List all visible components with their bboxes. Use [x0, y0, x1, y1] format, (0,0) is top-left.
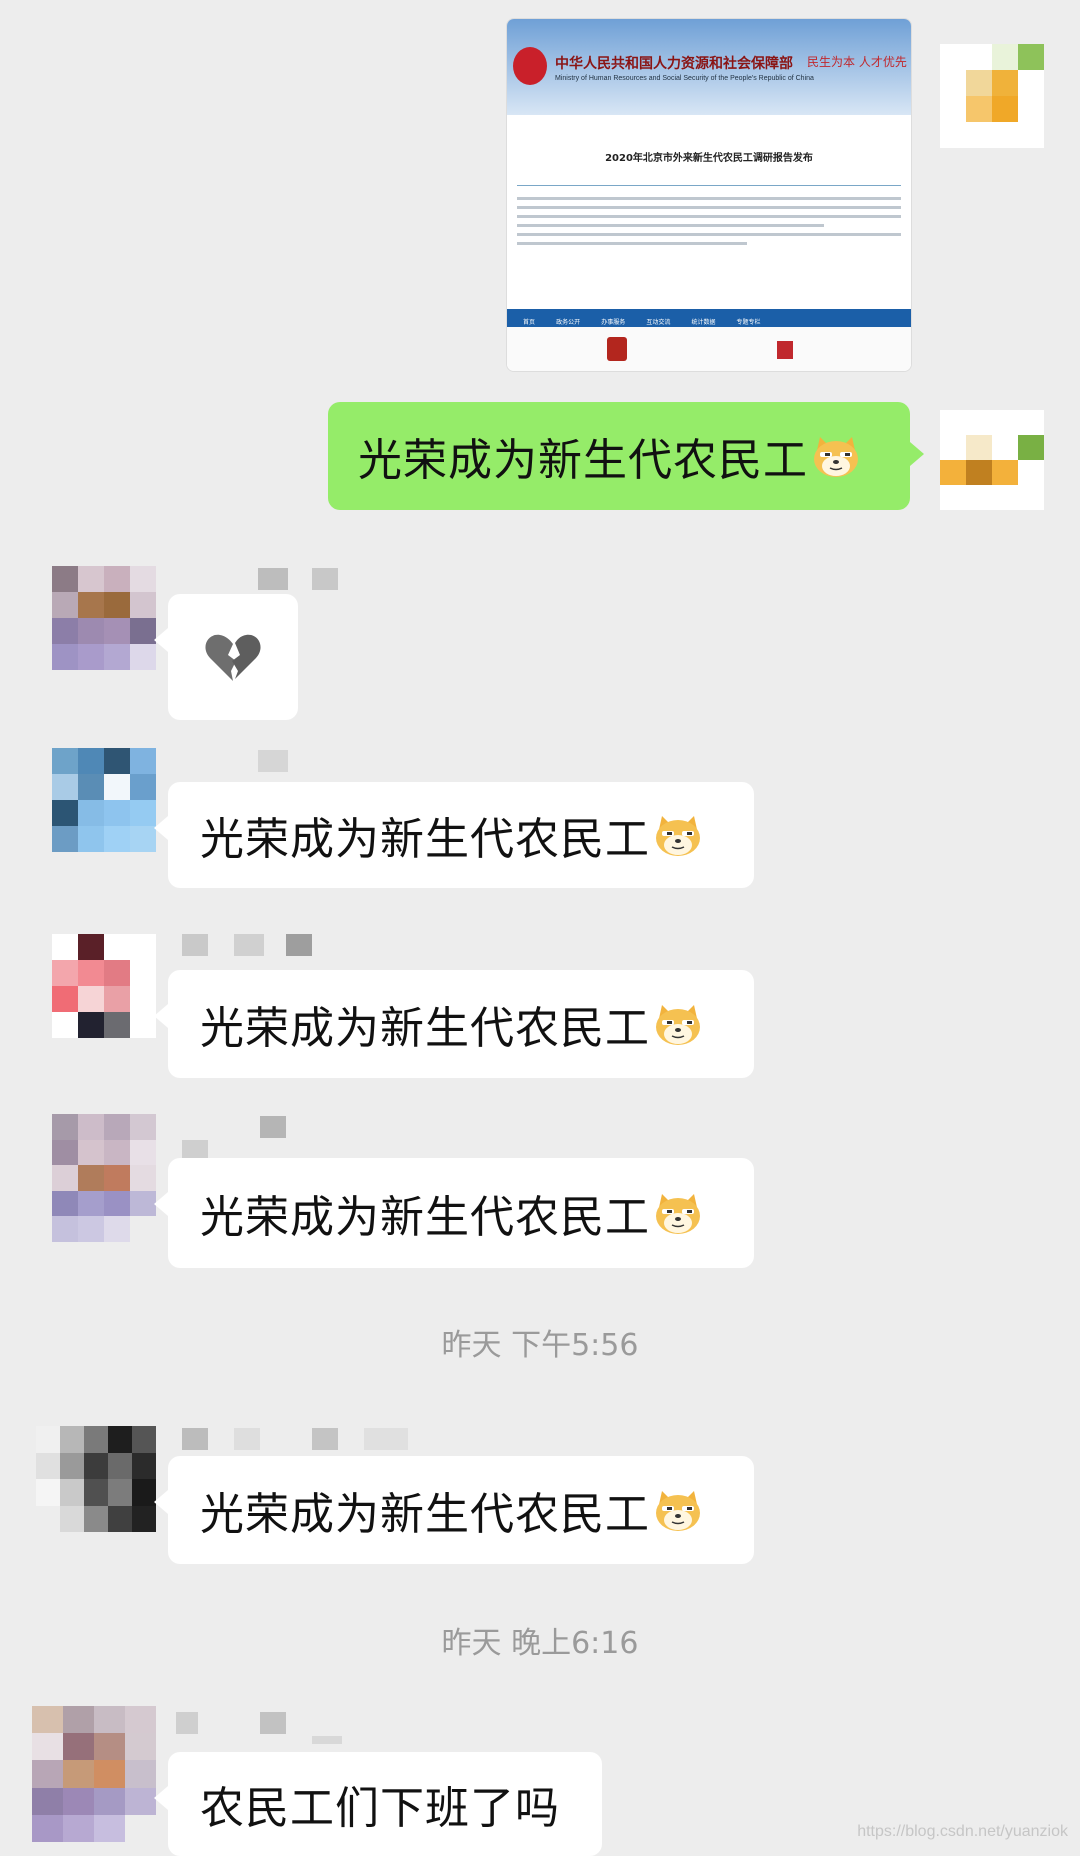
- site-navbar: 首页 政务公开 办事服务 互动交流 统计数据 专题专栏: [507, 309, 911, 327]
- message-bubble[interactable]: 光荣成为新生代农民工: [154, 970, 754, 1078]
- message-bubble[interactable]: 农民工们下班了吗: [154, 1752, 602, 1856]
- nav-item: 首页: [523, 319, 536, 326]
- nav-item: 统计数据: [691, 319, 716, 326]
- contact-avatar[interactable]: [52, 748, 156, 852]
- ministry-name: 中华人民共和国人力资源和社会保障部: [555, 56, 793, 72]
- nav-item: 办事服务: [601, 319, 626, 326]
- national-emblem-icon: [513, 47, 547, 85]
- message-text: 光荣成为新生代农民工: [358, 435, 808, 486]
- message-text: 光荣成为新生代农民工: [200, 1003, 650, 1054]
- sender-name-blurred: [182, 934, 208, 956]
- message-bubble[interactable]: 光荣成为新生代农民工: [154, 1456, 754, 1564]
- doge-icon: [656, 1005, 700, 1045]
- message-text: 光荣成为新生代农民工: [200, 1489, 650, 1540]
- doge-icon: [656, 1491, 700, 1531]
- sender-name-blurred: [258, 568, 288, 590]
- contact-avatar[interactable]: [32, 1706, 156, 1842]
- message-bubble[interactable]: [154, 594, 298, 720]
- sender-name-blurred: [258, 750, 288, 772]
- doge-icon: [814, 437, 858, 477]
- contact-avatar[interactable]: [52, 566, 156, 670]
- sender-name-blurred: [234, 1428, 260, 1450]
- message-bubble[interactable]: 光荣成为新生代农民工: [154, 1158, 754, 1268]
- article-title: 2020年北京市外来新生代农民工调研报告发布: [605, 153, 813, 164]
- broken-heart-icon: [205, 634, 261, 681]
- sender-name-blurred: [312, 568, 338, 590]
- article-body: [517, 197, 901, 251]
- message-text: 光荣成为新生代农民工: [200, 814, 650, 865]
- sender-name-blurred: [312, 1736, 342, 1744]
- nav-item: 互动交流: [646, 319, 671, 326]
- divider: [517, 185, 901, 186]
- site-badge-icon: [777, 341, 793, 359]
- nav-item: 专题专栏: [736, 319, 761, 326]
- my-avatar[interactable]: [940, 44, 1044, 148]
- timestamp: 昨天 下午5:56: [441, 1328, 639, 1363]
- message-bubble[interactable]: 光荣成为新生代农民工: [154, 782, 754, 888]
- my-message-bubble[interactable]: 光荣成为新生代农民工: [328, 402, 924, 510]
- sender-name-blurred: [234, 934, 264, 956]
- contact-avatar[interactable]: [52, 934, 156, 1038]
- slogan: 民生为本 人才优先: [807, 55, 907, 69]
- ministry-name-en: Ministry of Human Resources and Social S…: [555, 75, 814, 82]
- my-avatar[interactable]: [940, 410, 1044, 510]
- nav-item: 政务公开: [556, 319, 581, 326]
- contact-avatar[interactable]: [52, 1114, 156, 1242]
- sender-name-blurred: [182, 1428, 208, 1450]
- sender-name-blurred: [260, 1116, 286, 1138]
- sender-name-blurred: [176, 1712, 198, 1734]
- sender-name-blurred: [364, 1428, 408, 1450]
- sender-name-blurred: [260, 1712, 286, 1734]
- shared-screenshot-image[interactable]: 中华人民共和国人力资源和社会保障部 Ministry of Human Reso…: [506, 18, 912, 372]
- message-text: 光荣成为新生代农民工: [200, 1192, 650, 1243]
- watermark: https://blog.csdn.net/yuanziok: [857, 1823, 1068, 1840]
- sender-name-blurred: [286, 934, 312, 956]
- message-text: 农民工们下班了吗: [200, 1783, 560, 1834]
- doge-icon: [656, 816, 700, 856]
- contact-avatar[interactable]: [36, 1426, 156, 1532]
- timestamp: 昨天 晚上6:16: [441, 1626, 639, 1661]
- party-badge-icon: [607, 337, 627, 361]
- site-footer: [507, 327, 911, 371]
- doge-icon: [656, 1194, 700, 1234]
- sender-name-blurred: [312, 1428, 338, 1450]
